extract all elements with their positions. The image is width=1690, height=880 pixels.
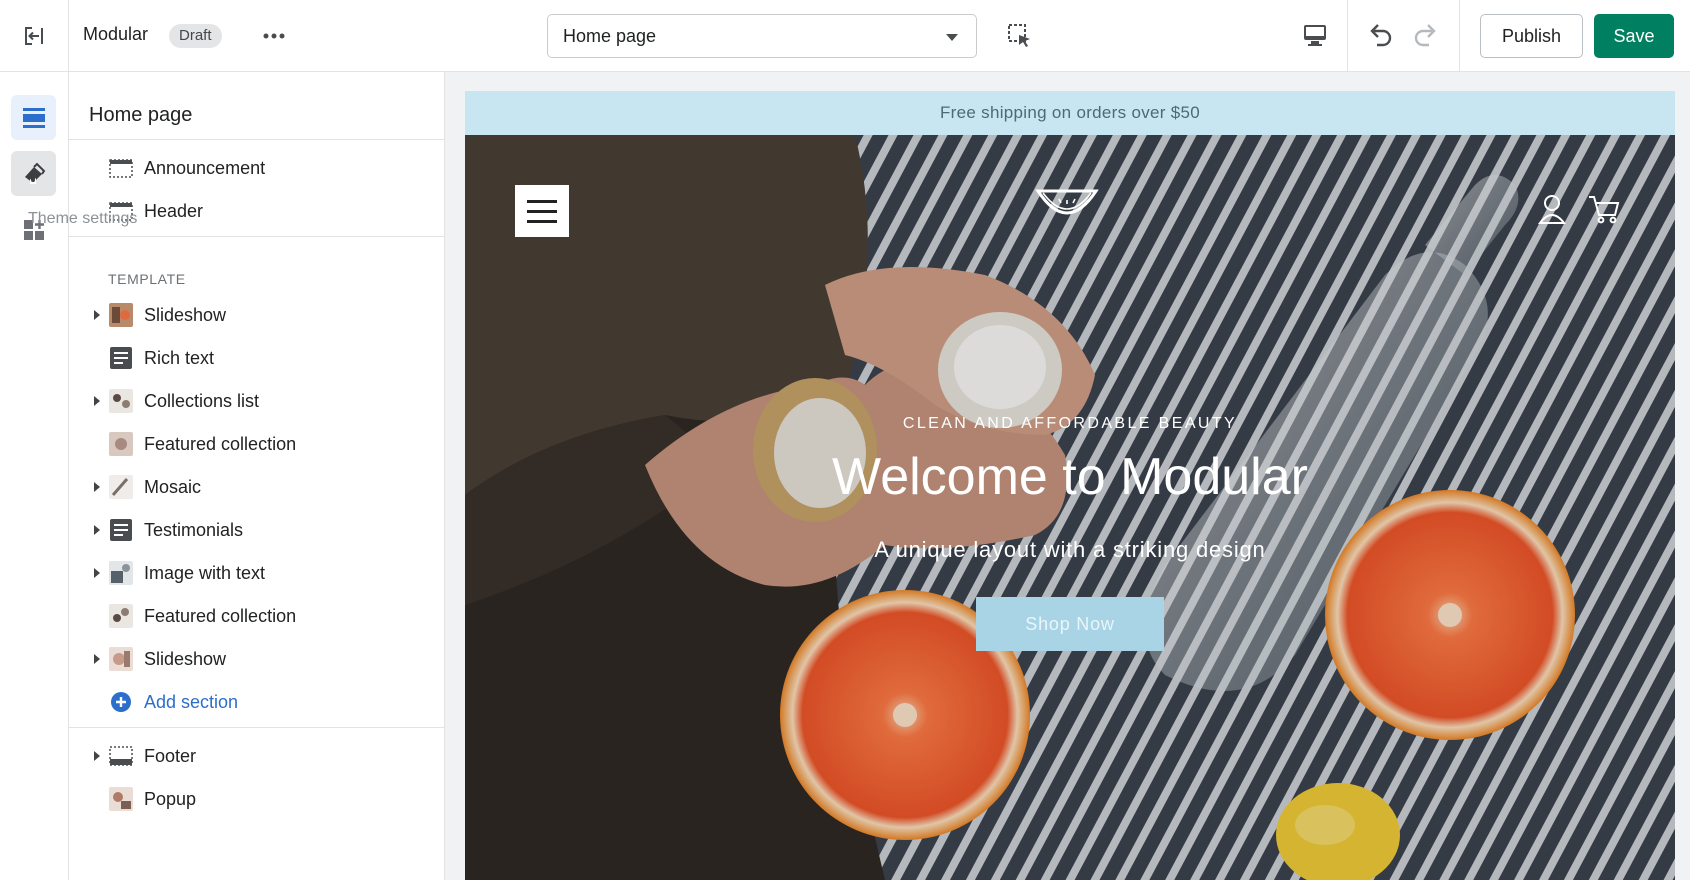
exit-editor-button[interactable] (0, 0, 69, 72)
section-thumbnail (109, 561, 133, 585)
sections-icon (22, 107, 45, 128)
desktop-view-icon[interactable] (1300, 20, 1330, 50)
add-section-label: Add section (144, 692, 239, 712)
text-block-icon (110, 347, 132, 369)
sidebar-title: Home page (89, 104, 193, 126)
section-footer[interactable]: Footer (69, 734, 444, 778)
save-button[interactable]: Save (1594, 14, 1674, 58)
sections-tab[interactable] (11, 95, 56, 140)
store-logo[interactable] (1035, 185, 1099, 225)
add-section-button[interactable]: Add section (69, 680, 444, 724)
apps-icon (23, 219, 44, 240)
hero-subtitle: A unique layout with a striking design (874, 537, 1266, 562)
section-mosaic[interactable]: Mosaic (69, 465, 444, 509)
add-circle-icon (111, 692, 131, 712)
theme-settings-tab[interactable] (11, 151, 56, 196)
theme-name: Modular (83, 24, 149, 44)
section-label: Header (144, 201, 204, 221)
section-label: Mosaic (144, 477, 202, 497)
redo-icon[interactable] (1411, 20, 1441, 50)
section-label: Popup (144, 789, 197, 809)
template-group-label: TEMPLATE (108, 271, 186, 287)
top-bar: Modular Draft Home page Publish Save (0, 0, 1690, 72)
expand-arrow-icon[interactable] (94, 482, 100, 492)
section-slideshow[interactable]: Slideshow (69, 293, 444, 337)
chevron-down-icon (946, 34, 958, 41)
section-image-with-text[interactable]: Image with text (69, 551, 444, 595)
section-label: Featured collection (144, 434, 297, 454)
divider (69, 236, 444, 237)
expand-arrow-icon[interactable] (94, 310, 100, 320)
section-layout-icon (109, 159, 133, 178)
expand-arrow-icon[interactable] (94, 568, 100, 578)
section-collections-list[interactable]: Collections list (69, 379, 444, 423)
undo-icon[interactable] (1365, 20, 1395, 50)
more-actions-button[interactable] (258, 20, 290, 52)
section-label: Announcement (144, 158, 266, 178)
hero-background-image (465, 135, 1675, 880)
expand-arrow-icon[interactable] (94, 751, 100, 761)
section-layout-icon (109, 746, 133, 766)
section-label: Slideshow (144, 305, 227, 325)
section-thumbnail (109, 475, 133, 499)
section-header[interactable]: Header (69, 189, 444, 233)
section-announcement[interactable]: Announcement (69, 146, 444, 190)
announcement-bar[interactable]: Free shipping on orders over $50 (465, 91, 1675, 135)
section-thumbnail (109, 787, 133, 811)
page-selector-value: Home page (563, 25, 657, 46)
editor-rail (0, 72, 69, 880)
section-thumbnail (109, 604, 133, 628)
app-embeds-tab[interactable] (11, 207, 56, 252)
hamburger-menu-button[interactable] (515, 185, 569, 237)
section-thumbnail (109, 432, 133, 456)
section-label: Testimonials (144, 520, 244, 540)
expand-arrow-icon[interactable] (94, 396, 100, 406)
section-thumbnail (109, 389, 133, 413)
hero-title: Welcome to Modular (832, 448, 1308, 506)
toolbar-divider (1459, 0, 1460, 72)
section-thumbnail (109, 647, 133, 671)
hero-slideshow[interactable]: CLEAN AND AFFORDABLE BEAUTY Welcome to M… (465, 135, 1675, 880)
ellipsis-icon (263, 33, 285, 39)
section-rich-text[interactable]: Rich text (69, 336, 444, 380)
shop-now-button[interactable]: Shop Now (976, 597, 1164, 651)
menu-line (527, 209, 557, 213)
expand-arrow-icon[interactable] (94, 654, 100, 664)
section-popup[interactable]: Popup (69, 777, 444, 821)
section-label: Image with text (144, 563, 266, 583)
paintbrush-icon (24, 162, 45, 184)
hero-eyebrow: CLEAN AND AFFORDABLE BEAUTY (902, 415, 1238, 432)
inspector-icon[interactable] (1006, 22, 1034, 50)
section-label: Featured collection (144, 606, 297, 626)
section-layout-icon (109, 202, 133, 221)
divider (69, 727, 444, 728)
section-label: Rich text (144, 348, 215, 368)
publish-button[interactable]: Publish (1480, 14, 1583, 58)
menu-line (527, 199, 557, 203)
section-featured-collection[interactable]: Featured collection (69, 422, 444, 466)
text-block-icon (110, 519, 132, 541)
section-featured-collection-2[interactable]: Featured collection (69, 594, 444, 638)
status-badge: Draft (169, 24, 222, 48)
expand-arrow-icon[interactable] (94, 525, 100, 535)
section-slideshow-2[interactable]: Slideshow (69, 637, 444, 681)
exit-icon (25, 27, 43, 45)
section-label: Slideshow (144, 649, 227, 669)
section-label: Collections list (144, 391, 260, 411)
toolbar-divider (1347, 0, 1348, 72)
menu-line (527, 219, 557, 223)
section-label: Footer (144, 746, 197, 766)
section-testimonials[interactable]: Testimonials (69, 508, 444, 552)
account-icon[interactable] (1537, 193, 1567, 225)
section-thumbnail (109, 303, 133, 327)
cart-icon[interactable] (1587, 193, 1621, 225)
store-preview: Free shipping on orders over $50 CLEAN A… (465, 91, 1675, 880)
divider (69, 139, 444, 140)
sections-sidebar: Home page Announcement Header TEMPLATE S… (69, 72, 445, 880)
page-selector[interactable]: Home page (547, 14, 977, 58)
